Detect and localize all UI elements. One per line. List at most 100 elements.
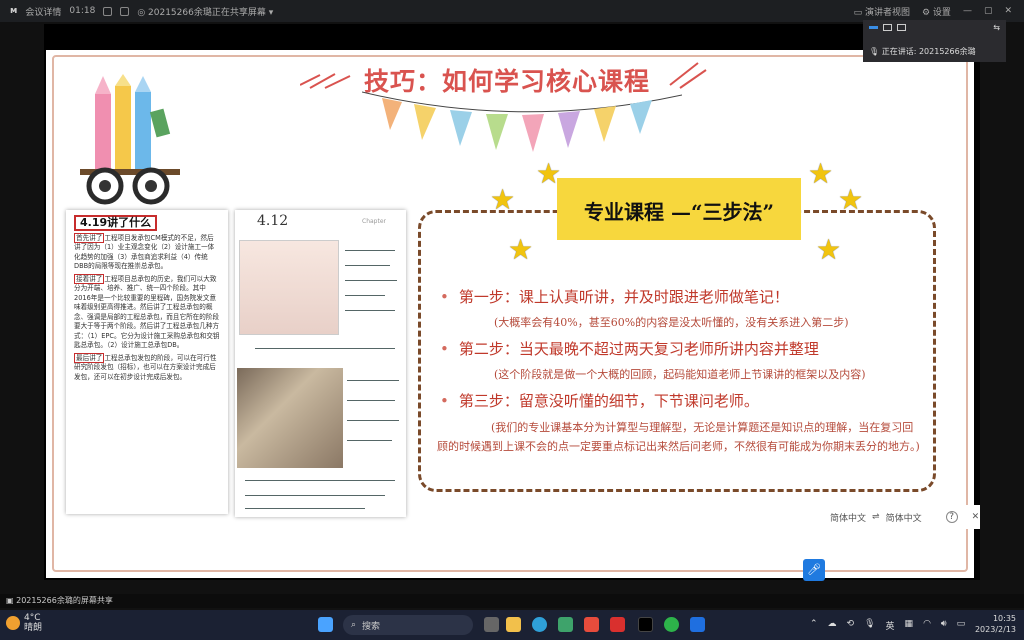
handwriting-line: [255, 348, 395, 349]
handwriting-line: [245, 480, 395, 481]
signal-icon[interactable]: [103, 6, 113, 16]
bullet-icon: •: [440, 288, 449, 306]
close-translation-icon[interactable]: ✕: [972, 512, 980, 522]
notes-paragraph-3: 最后讲了 工程总承包发包的阶段，可以在可行性研究阶段发包（招标），也可以在方案设计…: [74, 352, 217, 381]
share-icon: ▣: [6, 596, 17, 605]
sync-icon[interactable]: ⟲: [847, 619, 855, 632]
bullet-icon: •: [440, 340, 449, 358]
step-1-note: (大概率会有40%，甚至60%的内容是没太听懂的，没有关系进入第二步): [494, 316, 849, 329]
handwriting-line: [345, 310, 395, 311]
step-3: • 第三步：留意没听懂的细节，下节课问老师。: [440, 392, 759, 410]
active-speaker: 🎙︎ 正在讲话: 20215266余璐: [869, 47, 976, 56]
handwriting-line: [347, 380, 399, 381]
meeting-timer: 01:18: [69, 6, 96, 16]
weather-widget[interactable]: 4°C 晴朗: [6, 613, 42, 633]
volume-icon[interactable]: 🔊︎: [941, 619, 947, 632]
share-icon[interactable]: [120, 6, 130, 16]
settings-button[interactable]: ⚙ 设置: [922, 5, 951, 18]
app-icon[interactable]: [584, 617, 599, 632]
window-icon[interactable]: [883, 24, 892, 31]
notes-date: 4.12: [257, 213, 289, 229]
meeting-app-icon[interactable]: [690, 617, 705, 632]
step-2: • 第二步：当天最晚不超过两天复习老师所讲内容并整理: [440, 340, 819, 358]
notes-tag-1: 首先讲了: [74, 232, 105, 243]
handwriting-line: [345, 250, 395, 251]
handwriting-line: [347, 440, 392, 441]
mic-tray-icon[interactable]: 🎙︎: [864, 619, 875, 632]
wifi-icon[interactable]: ◠: [923, 619, 931, 632]
app-tray-icon[interactable]: ▦: [905, 619, 914, 632]
star-icon: ★: [816, 233, 842, 266]
windows-taskbar: 4°C 晴朗 ⌕ 搜索 ⌃ ☁ ⟲ 🎙︎ 英 ▦ ◠ 🔊︎ ▭ 10:35 2023…: [0, 610, 1024, 640]
wechat-icon[interactable]: [664, 617, 679, 632]
windows-start-icon[interactable]: [318, 617, 333, 632]
chevron-up-icon[interactable]: ⌃: [810, 619, 818, 632]
list-icon[interactable]: [897, 24, 906, 31]
star-icon: ★: [490, 183, 516, 216]
input-method[interactable]: 英: [886, 619, 895, 632]
close-icon[interactable]: ✕: [1004, 6, 1012, 16]
title-flourish-right: [669, 62, 707, 89]
handwriting-line: [245, 508, 365, 509]
weather-temp: 4°C: [24, 613, 41, 623]
method-heading-banner: 专业课程 —“三步法”: [557, 178, 801, 240]
notes-card-heading: 4.19讲了什么: [74, 215, 158, 231]
mic-icon: 🎙︎: [869, 47, 882, 56]
handwritten-notes-card: 4.12 Chapter: [235, 210, 406, 517]
screen-share-status: ▣ 20215266余璐的屏幕共享: [0, 594, 1024, 608]
task-view-icon[interactable]: [484, 617, 499, 632]
method-heading: 专业课程 —“三步法”: [584, 200, 774, 224]
minimize-icon[interactable]: —: [963, 6, 972, 16]
weather-sun-icon: [6, 616, 20, 630]
source-language-select[interactable]: 简体中文: [830, 511, 866, 524]
notes-paragraph-2: 接着讲了 工程项目总承包的历史，我们可以大致分为开端、培养、推广、统一四个阶段。其…: [74, 273, 220, 349]
microphone-button[interactable]: 🎤︎: [803, 559, 825, 581]
taskbar-search[interactable]: ⌕ 搜索: [343, 615, 473, 635]
meeting-topbar: ᴍ 会议详情 01:18 ◎ 20215266余璐正在共享屏幕 ▾ ▭ 演讲者视…: [0, 0, 1024, 22]
presenter-view-button[interactable]: ▭ 演讲者视图: [854, 5, 910, 18]
star-icon: ★: [838, 183, 864, 216]
handwriting-line: [347, 420, 399, 421]
title-flourish-left: [300, 73, 351, 89]
minimize-panel-icon[interactable]: [869, 26, 878, 29]
bunting-decoration: [362, 91, 682, 152]
system-tray: ⌃ ☁ ⟲ 🎙︎ 英 ▦ ◠ 🔊︎ ▭: [810, 619, 965, 632]
notes-tag-3: 最后讲了: [74, 352, 105, 363]
translation-bar: 简体中文 ⇌ 简体中文 ? ✕: [816, 505, 980, 529]
settings-icon: ⚙: [921, 7, 933, 18]
tiktok-icon[interactable]: [638, 617, 653, 632]
swap-languages-icon[interactable]: ⇌: [872, 512, 880, 522]
edge-browser-icon[interactable]: [532, 617, 547, 632]
taskbar-clock[interactable]: 10:35 2023/2/13: [975, 613, 1016, 635]
bullet-icon: •: [440, 392, 449, 410]
store-icon[interactable]: [558, 617, 573, 632]
speaker-panel: ⇆ 🎙︎ 正在讲话: 20215266余璐: [863, 20, 1006, 62]
microphone-icon: 🎤︎: [807, 563, 821, 576]
panel-controls: [869, 24, 906, 31]
maximize-icon[interactable]: ▢: [984, 6, 993, 16]
notes-chapter-label: Chapter: [362, 218, 386, 225]
pencils-glasses-illustration: [80, 74, 180, 205]
battery-icon[interactable]: ▭: [957, 619, 966, 632]
file-explorer-icon[interactable]: [506, 617, 521, 632]
sharing-status[interactable]: ◎ 20215266余璐正在共享屏幕 ▾: [137, 5, 273, 18]
expand-panel-icon[interactable]: ⇆: [993, 23, 1000, 32]
presenter-icon: ▭: [853, 7, 865, 18]
wps-icon[interactable]: [610, 617, 625, 632]
notes-card-text: 4.19讲了什么 首先讲了 工程项目发承包CM模式的不足，然后讲了因为（1）业主观…: [66, 210, 228, 514]
handwriting-line: [345, 295, 385, 296]
step-1: • 第一步：课上认真听讲，并及时跟进老师做笔记！: [440, 288, 789, 306]
handwriting-line: [347, 400, 395, 401]
handwriting-line: [345, 265, 390, 266]
handwriting-line: [245, 495, 385, 496]
meeting-details-button[interactable]: 会议详情: [25, 5, 61, 18]
shield-icon: ◎: [137, 7, 149, 18]
cloud-icon[interactable]: ☁: [828, 619, 837, 632]
step-3-note: (我们的专业课基本分为计算型与理解型，无论是计算题还是知识点的理解，当在复习回顾…: [437, 421, 920, 453]
handwriting-line: [345, 280, 397, 281]
step-2-note: (这个阶段就是做一个大概的回顾，起码能知道老师上节课讲的框架以及内容): [494, 368, 866, 381]
logo-icon: ᴍ: [10, 6, 18, 16]
star-icon: ★: [808, 157, 834, 190]
help-icon[interactable]: ?: [945, 511, 958, 523]
target-language-select[interactable]: 简体中文: [886, 511, 922, 524]
